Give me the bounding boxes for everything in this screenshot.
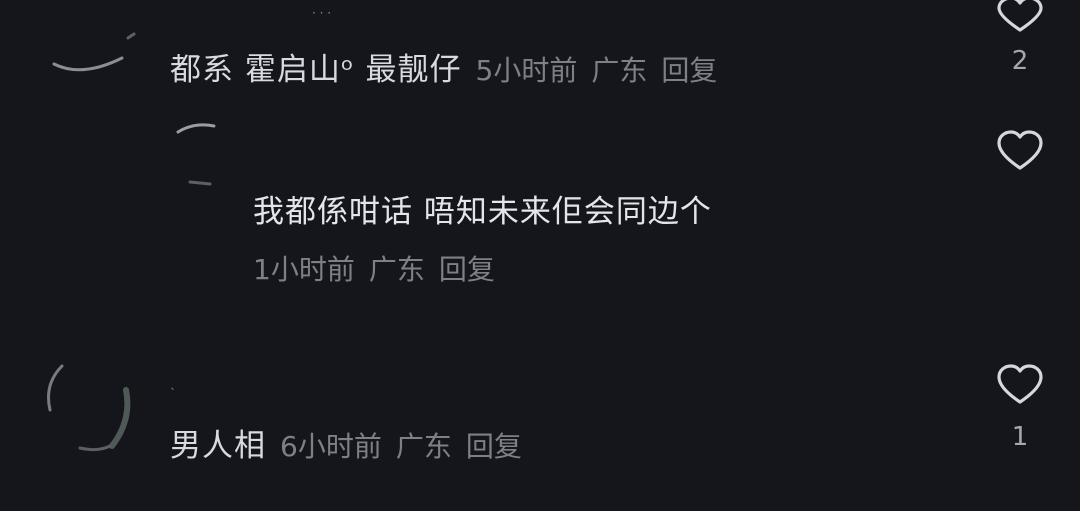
- comment-location: 广东: [591, 54, 648, 87]
- heart-outline-icon[interactable]: [997, 364, 1043, 406]
- like-count: 1: [1011, 422, 1029, 452]
- reply-button[interactable]: 回复: [439, 253, 495, 286]
- comment-location: 广东: [395, 430, 452, 463]
- reply-time: 1小时前: [253, 253, 355, 286]
- comment-time: 6小时前: [280, 430, 382, 463]
- reply-avatar[interactable]: [170, 118, 230, 194]
- comment-username[interactable]: 男人相: [170, 420, 266, 465]
- like-count: 2: [1011, 46, 1029, 76]
- avatar[interactable]: [40, 360, 140, 456]
- reply-button[interactable]: 回复: [466, 425, 522, 465]
- reply-text: 我都係咁话 唔知未来佢会同边个: [253, 194, 712, 230]
- heart-outline-icon[interactable]: [997, 0, 1043, 42]
- previous-comment-avatar: [60, 0, 210, 8]
- verified-mark-icon: ˎ: [170, 376, 176, 390]
- comment-username[interactable]: 都系 霍启山ᵒ 最靓仔: [170, 44, 462, 89]
- previous-comment-fragment: · · ·: [312, 6, 332, 20]
- reply-meta: 1小时前 广东 回复: [253, 248, 509, 288]
- reply-location: 广东: [368, 253, 425, 286]
- comment-section: · · · 都系 霍启山ᵒ 最靓仔 5小时前 广东 回复 2 我都係咁话 唔知未…: [0, 0, 1080, 511]
- reply-button[interactable]: 回复: [661, 49, 717, 89]
- comment-time: 5小时前: [475, 54, 578, 87]
- heart-outline-icon[interactable]: [997, 130, 1043, 172]
- comment-header: 都系 霍启山ᵒ 最靓仔 5小时前 广东 回复: [170, 44, 717, 89]
- avatar[interactable]: [52, 30, 138, 76]
- comment-header: 男人相 6小时前 广东 回复: [170, 420, 522, 465]
